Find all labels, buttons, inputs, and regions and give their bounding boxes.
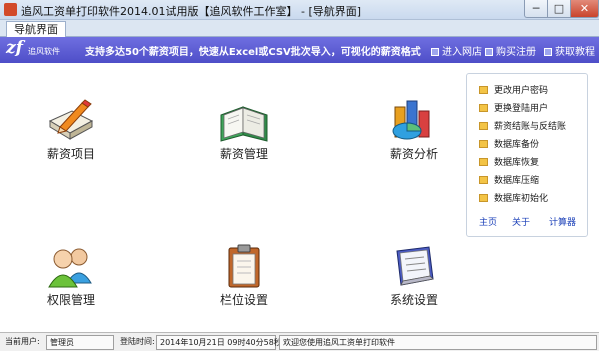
module-label: 栏位设置 [219,293,268,307]
side-item-label: 数据库备份 [494,140,540,150]
side-item-label: 更改用户密码 [494,86,549,96]
checkbox-icon [485,48,493,56]
calculator-link[interactable]: 计算器 [549,215,576,228]
side-item-label: 更换登陆用户 [494,104,549,114]
module-column-settings[interactable]: 栏位设置 [199,243,289,308]
minimize-button[interactable]: ─ [524,0,548,18]
folder-icon [479,194,488,202]
database-backup-item[interactable]: 数据库备份 [479,137,539,150]
switch-user-item[interactable]: 更换登陆用户 [479,101,548,114]
checkbox-icon [431,48,439,56]
module-label: 薪资分析 [389,147,438,161]
home-link[interactable]: 主页 [479,215,497,228]
users-icon [46,243,96,289]
checkbox-icon [544,48,552,56]
close-button[interactable]: ✕ [570,0,599,18]
current-user-value: 管理员 [46,335,114,350]
banner-slogan: 支持多达50个薪资项目，快速从Excel或CSV批次导入，可视化的薪资格式 [85,47,421,58]
logo-icon: zf [6,38,23,58]
folder-icon [479,104,488,112]
title-bar: 追风工资单打印软件2014.01试用版【追风软件工作室】 - [导航界面] ─ … [0,0,599,20]
tab-navigation[interactable]: 导航界面 [6,21,66,37]
folder-icon [479,158,488,166]
module-label: 权限管理 [46,293,95,307]
current-user-label: 当前用户: [5,337,40,346]
module-salary-analysis[interactable]: 薪资分析 [369,97,459,162]
app-icon [4,3,17,16]
about-link[interactable]: 关于 [512,215,530,228]
window-title: 追风工资单打印软件2014.01试用版【追风软件工作室】 - [导航界面] [21,5,362,18]
folder-icon [479,140,488,148]
chart-icon [389,97,439,143]
status-message: 欢迎您使用追风工资单打印软件 [279,335,597,350]
side-item-label: 数据库压缩 [494,176,540,186]
get-tutorial-link[interactable]: 获取教程 [544,43,595,58]
logo-text: 追风软件 [28,47,60,56]
login-time-label: 登陆时间: [120,337,155,346]
database-initialize-item[interactable]: 数据库初始化 [479,191,548,204]
folder-icon [479,122,488,130]
status-bar: 当前用户: 管理员 登陆时间: 2014年10月21日 09时40分58秒 欢迎… [0,332,599,351]
get-tutorial-label: 获取教程 [555,47,595,58]
settings-document-icon [389,243,439,289]
module-system-settings[interactable]: 系统设置 [369,243,459,308]
salary-settlement-item[interactable]: 薪资结账与反结账 [479,119,566,132]
pencil-book-icon [46,97,96,143]
module-salary-management[interactable]: 薪资管理 [199,97,289,162]
quick-actions-panel: 更改用户密码 更换登陆用户 薪资结账与反结账 数据库备份 数据库恢复 数据库压缩… [466,73,588,237]
buy-register-label: 购买注册 [496,47,536,58]
enter-shop-link[interactable]: 进入网店 [431,43,482,58]
maximize-button[interactable]: □ [547,0,571,18]
change-password-item[interactable]: 更改用户密码 [479,83,548,96]
open-book-icon [219,97,269,143]
tab-strip: 导航界面 [0,20,599,37]
enter-shop-label: 进入网店 [442,47,482,58]
folder-icon [479,86,488,94]
navigation-content: 薪资项目 薪资管理 薪资分析 权限管理 栏位设置 系统设置 更改用户密码 更换登… [0,63,599,332]
module-permission-management[interactable]: 权限管理 [26,243,116,308]
database-restore-item[interactable]: 数据库恢复 [479,155,539,168]
login-time-value: 2014年10月21日 09时40分58秒 [156,335,282,350]
module-label: 薪资项目 [46,147,95,161]
side-item-label: 数据库恢复 [494,158,540,168]
database-compress-item[interactable]: 数据库压缩 [479,173,539,186]
module-salary-items[interactable]: 薪资项目 [26,97,116,162]
side-item-label: 薪资结账与反结账 [494,122,567,132]
folder-icon [479,176,488,184]
side-item-label: 数据库初始化 [494,194,549,204]
clipboard-icon [219,243,269,289]
banner: zf 追风软件 支持多达50个薪资项目，快速从Excel或CSV批次导入，可视化… [0,37,599,63]
buy-register-link[interactable]: 购买注册 [485,43,536,58]
module-label: 薪资管理 [219,147,268,161]
module-label: 系统设置 [389,293,438,307]
